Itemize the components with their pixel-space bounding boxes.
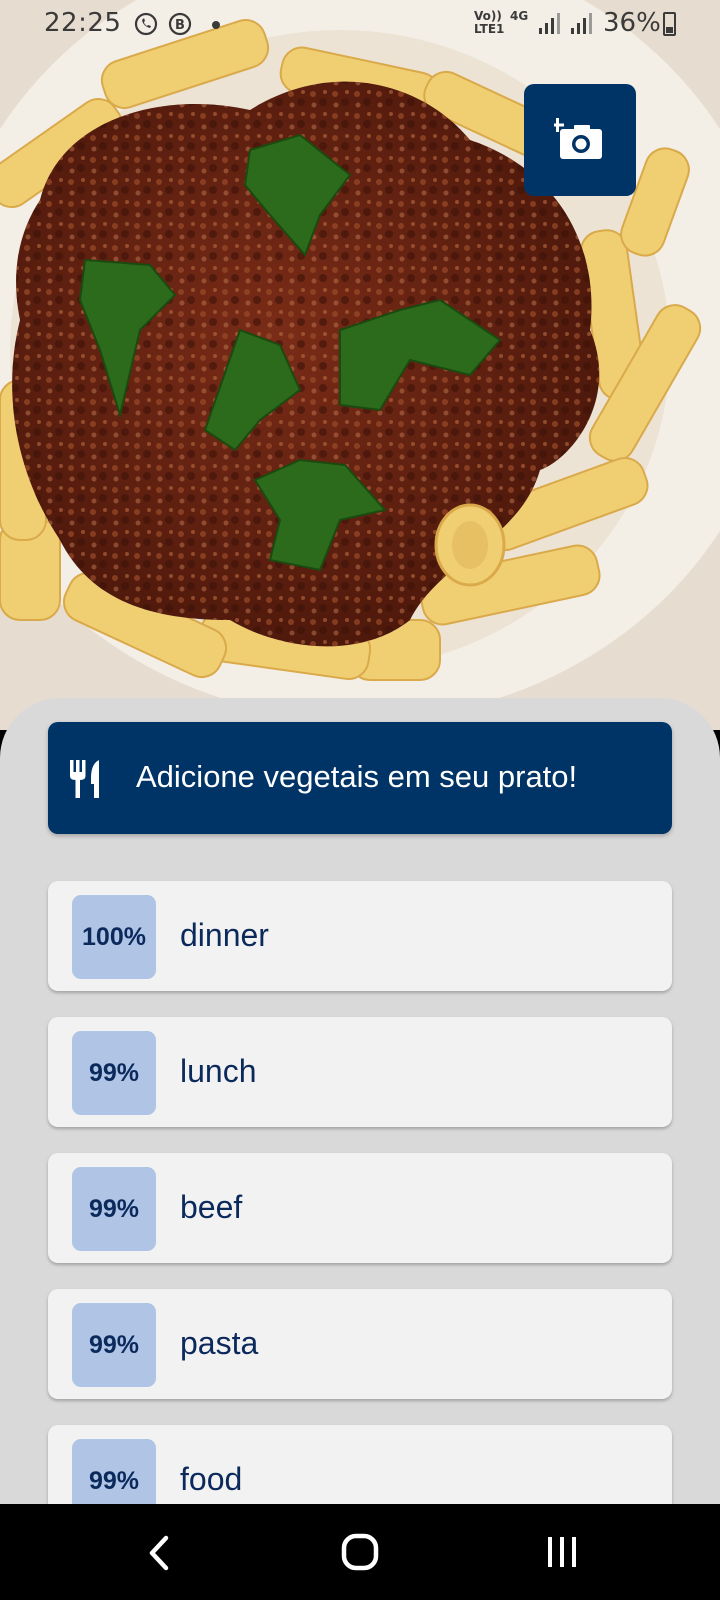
battery-percent: 36% — [603, 8, 661, 38]
tip-banner: Adicione vegetais em seu prato! — [48, 722, 672, 834]
whatsapp-business-icon: B — [168, 12, 192, 36]
system-nav-bar — [0, 1504, 720, 1600]
results-sheet: Adicione vegetais em seu prato! 100% din… — [0, 698, 720, 1504]
notification-dot — [212, 21, 220, 29]
tag-score: 100% — [72, 895, 156, 979]
tag-card[interactable]: 99% lunch — [48, 1017, 672, 1127]
volte-line1: Vo)) — [474, 9, 502, 23]
tip-banner-text: Adicione vegetais em seu prato! — [136, 759, 578, 794]
status-time: 22:25 — [44, 8, 122, 38]
add-photo-camera-icon — [554, 118, 602, 159]
tag-score: 99% — [72, 1167, 156, 1251]
signal-icon-1 — [539, 13, 560, 34]
volte-line2: LTE1 — [474, 22, 505, 36]
whatsapp-icon — [134, 12, 158, 36]
tag-score: 99% — [72, 1303, 156, 1387]
back-icon[interactable] — [128, 1528, 188, 1578]
tag-card[interactable]: 99% beef — [48, 1153, 672, 1263]
volte-indicator: Vo)) LTE1 — [474, 10, 504, 36]
battery-icon — [663, 12, 676, 36]
tag-list: 100% dinner 99% lunch 99% beef 99% pasta… — [48, 881, 672, 1504]
tag-card[interactable]: 100% dinner — [48, 881, 672, 991]
tag-card[interactable]: 99% pasta — [48, 1289, 672, 1399]
tag-label: dinner — [180, 917, 269, 953]
svg-text:B: B — [175, 18, 185, 33]
signal-icon-2 — [571, 13, 592, 34]
status-bar: 22:25 B Vo)) LTE1 4G 36% — [0, 0, 720, 52]
network-type: 4G — [510, 9, 529, 23]
recents-icon[interactable] — [532, 1528, 592, 1578]
add-photo-button[interactable] — [524, 84, 636, 196]
tag-label: beef — [180, 1189, 243, 1225]
tag-label: lunch — [180, 1053, 257, 1089]
tag-label: pasta — [180, 1325, 259, 1361]
tag-score: 99% — [72, 1439, 156, 1504]
tag-label: food — [180, 1461, 243, 1497]
tag-score: 99% — [72, 1031, 156, 1115]
tag-card[interactable]: 99% food — [48, 1425, 672, 1504]
fork-knife-icon — [70, 760, 99, 798]
home-icon[interactable] — [330, 1528, 390, 1578]
